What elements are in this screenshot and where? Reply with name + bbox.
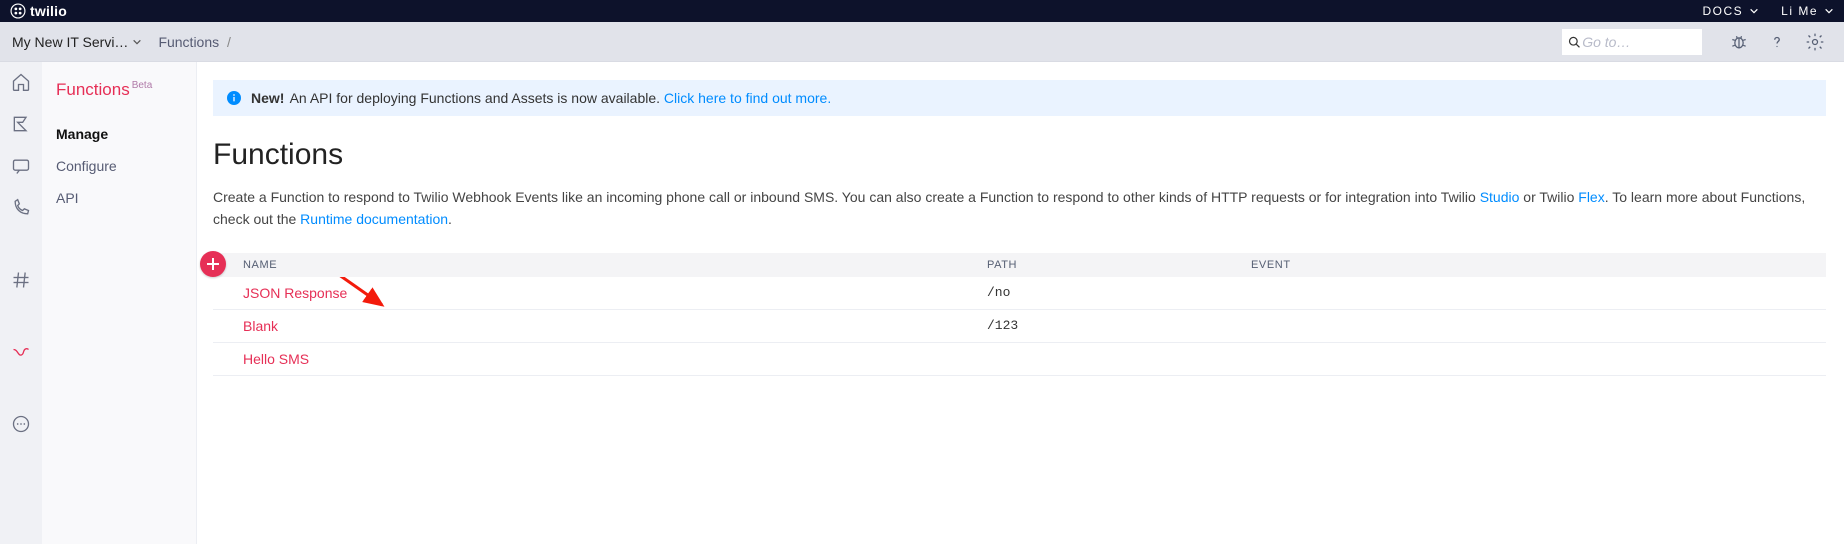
flex-icon[interactable] (11, 114, 31, 134)
function-event (1251, 285, 1826, 301)
user-menu[interactable]: Li Me (1781, 4, 1834, 18)
help-icon[interactable] (1767, 32, 1787, 52)
page-description: Create a Function to respond to Twilio W… (213, 186, 1826, 231)
info-icon (227, 91, 241, 105)
beta-badge: Beta (132, 80, 153, 91)
docs-label: DOCS (1702, 4, 1743, 18)
more-icon[interactable] (11, 414, 31, 434)
debug-icon[interactable] (1729, 32, 1749, 52)
function-event (1251, 351, 1826, 367)
sidebar-item-configure[interactable]: Configure (56, 150, 196, 182)
col-header-path: PATH (987, 259, 1251, 271)
breadcrumb: Functions / (158, 34, 234, 50)
project-name: My New IT Servi… (12, 34, 128, 50)
voice-icon[interactable] (11, 198, 31, 218)
nav-rail (0, 62, 42, 544)
sub-header: My New IT Servi… Functions / (0, 22, 1844, 62)
info-banner: New! An API for deploying Functions and … (213, 80, 1826, 116)
breadcrumb-separator: / (223, 34, 235, 50)
side-sub-nav: FunctionsBeta Manage Configure API (42, 62, 197, 544)
function-path: /123 (987, 318, 1251, 334)
twilio-logo-icon (10, 3, 26, 19)
main-content: New! An API for deploying Functions and … (197, 62, 1844, 544)
table-header: NAME PATH EVENT (213, 253, 1826, 277)
col-header-name: NAME (213, 259, 987, 271)
project-dropdown[interactable]: My New IT Servi… (12, 34, 142, 50)
function-path: /no (987, 285, 1251, 301)
home-icon[interactable] (11, 72, 31, 92)
function-link[interactable]: JSON Response (243, 285, 347, 301)
search-icon (1568, 35, 1580, 49)
breadcrumb-item[interactable]: Functions (158, 34, 219, 50)
brand-logo[interactable]: twilio (10, 3, 67, 19)
sidebar-item-api[interactable]: API (56, 182, 196, 214)
function-link[interactable]: Blank (243, 318, 278, 334)
top-nav: twilio DOCS Li Me (0, 0, 1844, 22)
flex-link[interactable]: Flex (1578, 189, 1604, 205)
banner-link[interactable]: Click here to find out more. (664, 90, 831, 106)
messaging-icon[interactable] (11, 156, 31, 176)
docs-menu[interactable]: DOCS (1702, 4, 1759, 18)
table-row: Hello SMS (213, 343, 1826, 376)
sidebar-item-manage[interactable]: Manage (56, 118, 196, 150)
studio-link[interactable]: Studio (1480, 189, 1520, 205)
search-box[interactable] (1562, 29, 1702, 55)
settings-icon[interactable] (1805, 32, 1825, 52)
brand-name: twilio (30, 3, 67, 19)
banner-text: New! An API for deploying Functions and … (251, 90, 831, 106)
phone-numbers-icon[interactable] (11, 270, 31, 290)
chevron-down-icon (1824, 6, 1834, 16)
function-link[interactable]: Hello SMS (243, 351, 309, 367)
side-title[interactable]: FunctionsBeta (56, 80, 196, 100)
table-row: JSON Response /no (213, 277, 1826, 310)
function-path (987, 351, 1251, 367)
add-function-button[interactable] (200, 251, 226, 277)
chevron-down-icon (1749, 6, 1759, 16)
user-label: Li Me (1781, 4, 1818, 18)
page-title: Functions (213, 138, 1826, 172)
functions-table: NAME PATH EVENT JSON Response /no Blank … (213, 253, 1826, 376)
chevron-down-icon (132, 37, 142, 47)
plus-icon (206, 257, 220, 271)
table-row: Blank /123 (213, 310, 1826, 343)
runtime-docs-link[interactable]: Runtime documentation (300, 211, 448, 227)
function-event (1251, 318, 1826, 334)
search-input[interactable] (1580, 33, 1696, 51)
functions-icon[interactable] (11, 342, 31, 362)
banner-new: New! (251, 90, 284, 106)
col-header-event: EVENT (1251, 259, 1826, 271)
